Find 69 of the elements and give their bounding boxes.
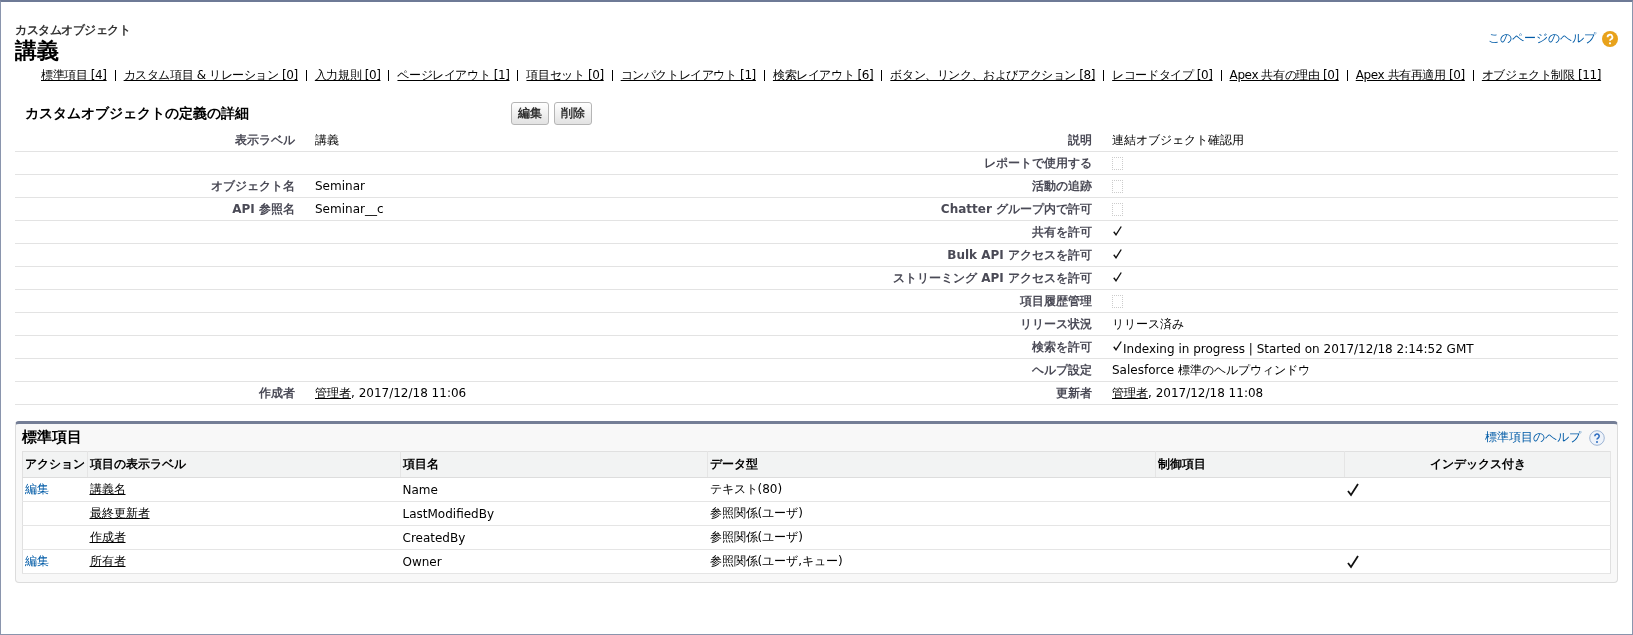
- field-label: オブジェクト名: [211, 177, 295, 195]
- field-value: リリース済み: [1112, 315, 1184, 333]
- table-cell: テキスト(80): [709, 482, 783, 497]
- field-label: 共有を許可: [1032, 223, 1092, 241]
- help-icon[interactable]: [1602, 30, 1618, 47]
- table-cell: 参照関係(ユーザ): [709, 506, 803, 521]
- nav-link[interactable]: カスタム項目 & リレーション [0]: [123, 67, 298, 85]
- nav-link[interactable]: ボタン、リンク、およびアクション [8]: [890, 67, 1096, 85]
- user-link[interactable]: 管理者: [315, 384, 351, 402]
- column-header: データ型: [707, 451, 1156, 478]
- table-cell: Name: [402, 482, 438, 497]
- edit-link[interactable]: 編集: [25, 482, 49, 497]
- field-value: 連結オブジェクト確認用: [1112, 131, 1244, 149]
- column-header: 制御項目: [1155, 451, 1345, 478]
- field-label: ストリーミング API アクセスを許可: [893, 269, 1092, 287]
- field-label: Bulk API アクセスを許可: [947, 246, 1092, 264]
- nav-link[interactable]: 入力規則 [0]: [314, 67, 381, 85]
- page-title: 講義: [15, 39, 60, 64]
- nav-link[interactable]: 項目セット [0]: [526, 67, 604, 85]
- table-cell: 参照関係(ユーザ): [709, 530, 803, 545]
- edit-link[interactable]: 編集: [25, 554, 49, 569]
- field-label: Chatter グループ内で許可: [940, 200, 1092, 218]
- field-link[interactable]: 最終更新者: [89, 506, 150, 521]
- help-link[interactable]: このページのヘルプ: [1488, 30, 1596, 47]
- field-label: レポートで使用する: [984, 154, 1092, 172]
- column-header: インデックス付き: [1344, 451, 1611, 478]
- action-button[interactable]: 編集: [511, 102, 549, 126]
- field-link[interactable]: 講義名: [89, 482, 126, 497]
- field-label: 説明: [1068, 131, 1092, 149]
- help-link[interactable]: 標準項目のヘルプ: [1485, 429, 1581, 447]
- table-cell: LastModifiedBy: [402, 506, 495, 521]
- field-value: Seminar: [315, 179, 365, 194]
- nav-link[interactable]: 検索レイアウト [6]: [772, 67, 874, 85]
- nav-link[interactable]: コンパクトレイアウト [1]: [620, 67, 756, 85]
- field-label: 作成者: [259, 384, 295, 402]
- nav-link[interactable]: Apex 共有の理由 [0]: [1229, 67, 1339, 85]
- field-value: , 2017/12/18 11:08: [1148, 386, 1264, 401]
- table-cell: Owner: [402, 554, 442, 569]
- user-link[interactable]: 管理者: [1112, 384, 1148, 402]
- field-value: Salesforce 標準のヘルプウィンドウ: [1112, 361, 1310, 379]
- table-cell: CreatedBy: [402, 530, 466, 545]
- action-button[interactable]: 削除: [554, 102, 592, 126]
- field-label: 更新者: [1056, 384, 1092, 402]
- field-label: 表示ラベル: [235, 131, 295, 149]
- field-label: リリース状況: [1020, 315, 1092, 333]
- field-label: API 参照名: [232, 200, 295, 218]
- field-label: ヘルプ設定: [1032, 361, 1092, 379]
- column-header: 項目の表示ラベル: [87, 451, 401, 478]
- field-link[interactable]: 作成者: [89, 530, 126, 545]
- nav-link[interactable]: ページレイアウト [1]: [397, 67, 510, 85]
- field-label: 項目履歴管理: [1020, 292, 1092, 310]
- nav-link[interactable]: レコードタイプ [0]: [1112, 67, 1213, 85]
- field-value: , 2017/12/18 11:06: [351, 386, 467, 401]
- field-label: 活動の追跡: [1032, 177, 1092, 195]
- nav-link[interactable]: 標準項目 [4]: [41, 67, 107, 85]
- nav-link[interactable]: オブジェクト制限 [11]: [1481, 67, 1602, 85]
- related-list-title: 標準項目: [22, 428, 82, 448]
- field-label: 検索を許可: [1032, 338, 1092, 356]
- field-value: Indexing in progress | Started on 2017/12/18 2:14:52 GMT: [1123, 342, 1474, 357]
- field-link[interactable]: 所有者: [89, 554, 126, 569]
- field-value: Seminar__c: [315, 202, 384, 217]
- page-subtitle: カスタムオブジェクト: [15, 22, 130, 39]
- column-header: 項目名: [400, 451, 708, 478]
- column-header: アクション: [22, 451, 88, 478]
- table-cell: 参照関係(ユーザ,キュー): [709, 554, 843, 569]
- section-title: カスタムオブジェクトの定義の詳細: [25, 104, 250, 123]
- help-icon[interactable]: [1589, 429, 1605, 446]
- nav-link[interactable]: Apex 共有再適用 [0]: [1355, 67, 1465, 85]
- field-value: 講義: [315, 131, 339, 149]
